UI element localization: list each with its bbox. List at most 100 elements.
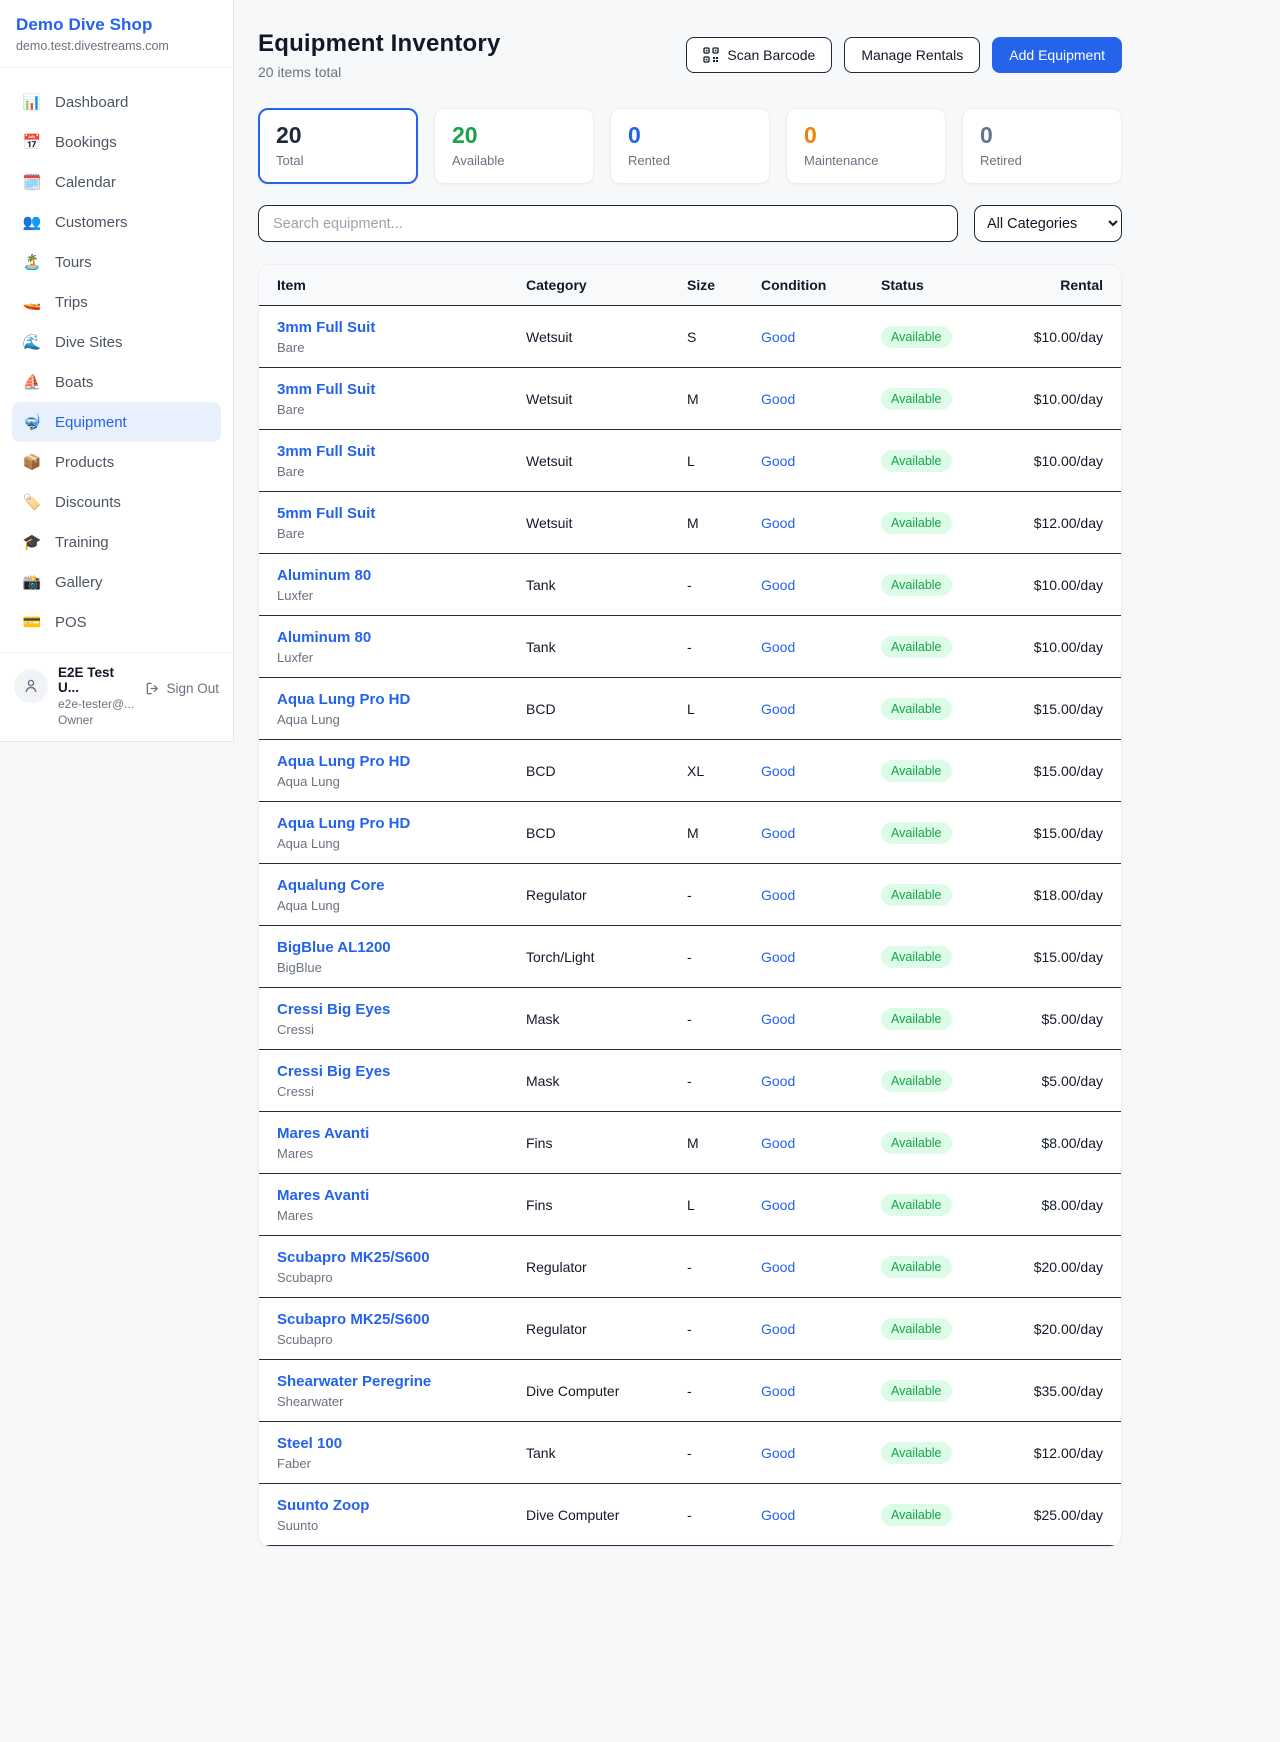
item-name-link[interactable]: 3mm Full Suit <box>277 381 526 398</box>
table-row[interactable]: Mares Avanti Mares Fins L Good Available… <box>259 1174 1121 1236</box>
table-row[interactable]: Scubapro MK25/S600 Scubapro Regulator - … <box>259 1236 1121 1298</box>
stat-card-maintenance[interactable]: 0 Maintenance <box>786 108 946 184</box>
sidebar-item-dashboard[interactable]: 📊 Dashboard <box>12 82 221 122</box>
sidebar-item-pos[interactable]: 💳 POS <box>12 602 221 642</box>
rental-cell: $15.00/day <box>1001 825 1103 841</box>
condition-link[interactable]: Good <box>761 949 881 965</box>
item-name-link[interactable]: Cressi Big Eyes <box>277 1063 526 1080</box>
table-row[interactable]: Aqua Lung Pro HD Aqua Lung BCD XL Good A… <box>259 740 1121 802</box>
table-row[interactable]: Suunto Zoop Suunto Dive Computer - Good … <box>259 1484 1121 1546</box>
item-name-link[interactable]: Suunto Zoop <box>277 1497 526 1514</box>
condition-link[interactable]: Good <box>761 453 881 469</box>
sidebar-item-bookings[interactable]: 📅 Bookings <box>12 122 221 162</box>
table-row[interactable]: 3mm Full Suit Bare Wetsuit L Good Availa… <box>259 430 1121 492</box>
table-row[interactable]: Aluminum 80 Luxfer Tank - Good Available… <box>259 554 1121 616</box>
condition-link[interactable]: Good <box>761 329 881 345</box>
stat-card-available[interactable]: 20 Available <box>434 108 594 184</box>
sidebar-item-customers[interactable]: 👥 Customers <box>12 202 221 242</box>
condition-link[interactable]: Good <box>761 763 881 779</box>
condition-link[interactable]: Good <box>761 577 881 593</box>
condition-link[interactable]: Good <box>761 1445 881 1461</box>
item-name-link[interactable]: 5mm Full Suit <box>277 505 526 522</box>
sidebar-item-training[interactable]: 🎓 Training <box>12 522 221 562</box>
item-name-link[interactable]: Aluminum 80 <box>277 567 526 584</box>
table-row[interactable]: 3mm Full Suit Bare Wetsuit S Good Availa… <box>259 306 1121 368</box>
item-name-link[interactable]: Mares Avanti <box>277 1187 526 1204</box>
sidebar-item-equipment[interactable]: 🤿 Equipment <box>12 402 221 442</box>
sign-out-button[interactable]: Sign Out <box>145 681 219 696</box>
add-equipment-button[interactable]: Add Equipment <box>992 37 1122 73</box>
table-row[interactable]: Shearwater Peregrine Shearwater Dive Com… <box>259 1360 1121 1422</box>
table-row[interactable]: Aqualung Core Aqua Lung Regulator - Good… <box>259 864 1121 926</box>
table-row[interactable]: Cressi Big Eyes Cressi Mask - Good Avail… <box>259 988 1121 1050</box>
sidebar-nav: 📊 Dashboard 📅 Bookings 🗓️ Calendar 👥 Cus… <box>0 68 233 652</box>
condition-link[interactable]: Good <box>761 391 881 407</box>
rental-cell: $10.00/day <box>1001 391 1103 407</box>
item-name-link[interactable]: Aqualung Core <box>277 877 526 894</box>
table-row[interactable]: BigBlue AL1200 BigBlue Torch/Light - Goo… <box>259 926 1121 988</box>
size-cell: - <box>687 1259 761 1275</box>
item-name-link[interactable]: Cressi Big Eyes <box>277 1001 526 1018</box>
item-name-link[interactable]: Aqua Lung Pro HD <box>277 815 526 832</box>
sidebar-item-tours[interactable]: 🏝️ Tours <box>12 242 221 282</box>
scan-barcode-button[interactable]: Scan Barcode <box>686 37 832 73</box>
item-name-link[interactable]: Mares Avanti <box>277 1125 526 1142</box>
item-brand: Aqua Lung <box>277 774 526 789</box>
condition-link[interactable]: Good <box>761 1259 881 1275</box>
condition-link[interactable]: Good <box>761 515 881 531</box>
table-row[interactable]: Mares Avanti Mares Fins M Good Available… <box>259 1112 1121 1174</box>
condition-link[interactable]: Good <box>761 825 881 841</box>
category-cell: Regulator <box>526 1321 687 1337</box>
rental-cell: $12.00/day <box>1001 1445 1103 1461</box>
scan-barcode-label: Scan Barcode <box>727 47 815 63</box>
rental-cell: $12.00/day <box>1001 515 1103 531</box>
sidebar-item-gallery[interactable]: 📸 Gallery <box>12 562 221 602</box>
sidebar-item-dive-sites[interactable]: 🌊 Dive Sites <box>12 322 221 362</box>
item-name-link[interactable]: Scubapro MK25/S600 <box>277 1249 526 1266</box>
item-name-link[interactable]: Scubapro MK25/S600 <box>277 1311 526 1328</box>
brand-name[interactable]: Demo Dive Shop <box>16 15 217 35</box>
table-row[interactable]: Aqua Lung Pro HD Aqua Lung BCD L Good Av… <box>259 678 1121 740</box>
stat-card-rented[interactable]: 0 Rented <box>610 108 770 184</box>
item-name-link[interactable]: 3mm Full Suit <box>277 319 526 336</box>
condition-link[interactable]: Good <box>761 1507 881 1523</box>
item-name-link[interactable]: BigBlue AL1200 <box>277 939 526 956</box>
stat-card-total[interactable]: 20 Total <box>258 108 418 184</box>
table-row[interactable]: 3mm Full Suit Bare Wetsuit M Good Availa… <box>259 368 1121 430</box>
condition-link[interactable]: Good <box>761 701 881 717</box>
condition-link[interactable]: Good <box>761 1073 881 1089</box>
rental-cell: $10.00/day <box>1001 577 1103 593</box>
stat-card-retired[interactable]: 0 Retired <box>962 108 1122 184</box>
condition-link[interactable]: Good <box>761 1383 881 1399</box>
sidebar-item-boats[interactable]: ⛵ Boats <box>12 362 221 402</box>
status-badge: Available <box>881 450 952 472</box>
table-row[interactable]: Scubapro MK25/S600 Scubapro Regulator - … <box>259 1298 1121 1360</box>
table-row[interactable]: 5mm Full Suit Bare Wetsuit M Good Availa… <box>259 492 1121 554</box>
condition-link[interactable]: Good <box>761 1321 881 1337</box>
item-name-link[interactable]: Shearwater Peregrine <box>277 1373 526 1390</box>
item-name-link[interactable]: Steel 100 <box>277 1435 526 1452</box>
item-name-link[interactable]: Aqua Lung Pro HD <box>277 753 526 770</box>
sidebar-item-trips[interactable]: 🚤 Trips <box>12 282 221 322</box>
search-input[interactable] <box>258 205 958 242</box>
condition-link[interactable]: Good <box>761 1135 881 1151</box>
condition-link[interactable]: Good <box>761 887 881 903</box>
manage-rentals-button[interactable]: Manage Rentals <box>844 37 980 73</box>
condition-link[interactable]: Good <box>761 639 881 655</box>
table-row[interactable]: Aqua Lung Pro HD Aqua Lung BCD M Good Av… <box>259 802 1121 864</box>
item-name-link[interactable]: Aluminum 80 <box>277 629 526 646</box>
condition-link[interactable]: Good <box>761 1197 881 1213</box>
category-select[interactable]: All Categories <box>974 205 1122 242</box>
status-badge: Available <box>881 946 952 968</box>
col-header-item: Item <box>277 277 526 293</box>
condition-link[interactable]: Good <box>761 1011 881 1027</box>
table-row[interactable]: Aluminum 80 Luxfer Tank - Good Available… <box>259 616 1121 678</box>
table-row[interactable]: Cressi Big Eyes Cressi Mask - Good Avail… <box>259 1050 1121 1112</box>
table-header-row: Item Category Size Condition Status Rent… <box>259 265 1121 306</box>
table-row[interactable]: Steel 100 Faber Tank - Good Available $1… <box>259 1422 1121 1484</box>
sidebar-item-discounts[interactable]: 🏷️ Discounts <box>12 482 221 522</box>
sidebar-item-calendar[interactable]: 🗓️ Calendar <box>12 162 221 202</box>
sidebar-item-products[interactable]: 📦 Products <box>12 442 221 482</box>
item-name-link[interactable]: Aqua Lung Pro HD <box>277 691 526 708</box>
item-name-link[interactable]: 3mm Full Suit <box>277 443 526 460</box>
